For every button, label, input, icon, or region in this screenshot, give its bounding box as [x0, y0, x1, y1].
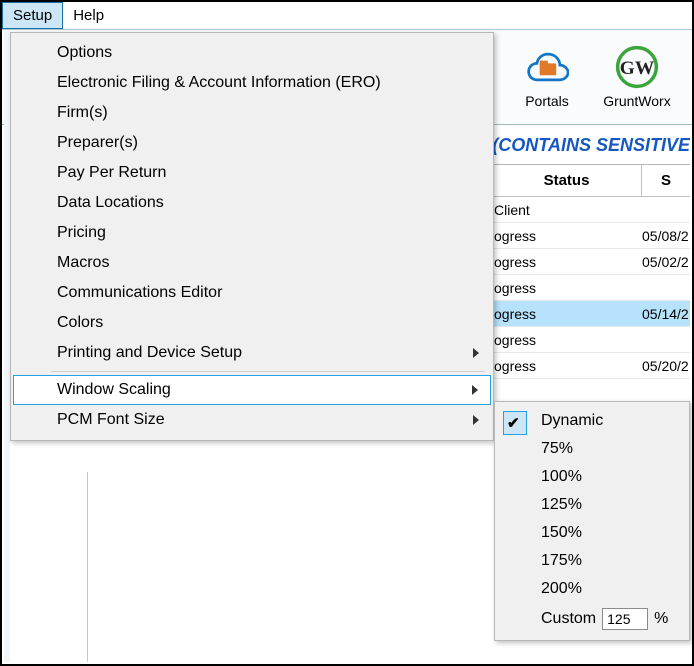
cell-status: ogress — [492, 280, 642, 296]
menu-pcm-font-label: PCM Font Size — [57, 411, 165, 428]
menu-printing-label: Printing and Device Setup — [57, 344, 242, 361]
scaling-custom[interactable]: Custom % — [497, 603, 687, 635]
menu-setup[interactable]: Setup — [2, 2, 63, 29]
chevron-right-icon — [472, 385, 478, 395]
menu-help[interactable]: Help — [63, 2, 114, 29]
cell-date: 05/02/2 — [642, 254, 690, 270]
menu-preparers[interactable]: Preparer(s) — [13, 128, 491, 158]
menu-colors[interactable]: Colors — [13, 308, 491, 338]
table-row[interactable]: ogress05/20/2 — [492, 353, 690, 379]
scaling-dynamic-label: Dynamic — [541, 412, 603, 430]
menu-options[interactable]: Options — [13, 38, 491, 68]
menu-data-locations[interactable]: Data Locations — [13, 188, 491, 218]
scaling-100[interactable]: 100% — [497, 463, 687, 491]
scaling-custom-label: Custom — [541, 610, 596, 628]
sensitive-banner: (CONTAINS SENSITIVE — [492, 127, 690, 165]
cell-status: ogress — [492, 254, 642, 270]
menu-macros[interactable]: Macros — [13, 248, 491, 278]
menu-pcm-font[interactable]: PCM Font Size — [13, 405, 491, 435]
gruntworx-button[interactable]: GW GruntWorx — [592, 30, 682, 124]
col-header-s[interactable]: S — [642, 165, 690, 196]
cloud-folder-icon — [525, 45, 569, 89]
table-row[interactable]: Client — [492, 197, 690, 223]
table-row[interactable]: ogress05/08/2 — [492, 223, 690, 249]
cell-status: Client — [492, 202, 642, 218]
window-scaling-submenu: ✔ Dynamic 75% 100% 125% 150% 175% 200% C… — [494, 401, 690, 641]
menu-printing[interactable]: Printing and Device Setup — [13, 338, 491, 368]
scaling-125[interactable]: 125% — [497, 491, 687, 519]
chevron-right-icon — [473, 415, 479, 425]
grid: Status S Clientogress05/08/2ogress05/02/… — [492, 165, 690, 379]
scaling-dynamic[interactable]: ✔ Dynamic — [497, 407, 687, 435]
menu-window-scaling[interactable]: Window Scaling — [13, 375, 491, 405]
cell-status: ogress — [492, 228, 642, 244]
menu-pricing[interactable]: Pricing — [13, 218, 491, 248]
chevron-right-icon — [473, 348, 479, 358]
setup-dropdown: Options Electronic Filing & Account Info… — [10, 32, 494, 441]
portals-button[interactable]: Portals — [502, 30, 592, 124]
table-row[interactable]: ogress05/02/2 — [492, 249, 690, 275]
table-row[interactable]: ogress — [492, 327, 690, 353]
menubar: Setup Help — [2, 2, 692, 30]
grid-header: Status S — [492, 165, 690, 197]
portals-label: Portals — [525, 93, 569, 109]
cell-date: 05/20/2 — [642, 358, 690, 374]
cell-status: ogress — [492, 358, 642, 374]
cell-status: ogress — [492, 306, 642, 322]
menu-firms[interactable]: Firm(s) — [13, 98, 491, 128]
menu-ero[interactable]: Electronic Filing & Account Information … — [13, 68, 491, 98]
svg-text:GW: GW — [620, 58, 655, 79]
scaling-150[interactable]: 150% — [497, 519, 687, 547]
scaling-200[interactable]: 200% — [497, 575, 687, 603]
menu-window-scaling-label: Window Scaling — [57, 381, 171, 398]
cell-date: 05/08/2 — [642, 228, 690, 244]
cell-date: 05/14/2 — [642, 306, 690, 322]
cell-status: ogress — [492, 332, 642, 348]
scaling-75[interactable]: 75% — [497, 435, 687, 463]
table-row[interactable]: ogress05/14/2 — [492, 301, 690, 327]
scaling-custom-input[interactable] — [602, 608, 648, 630]
menu-ppr[interactable]: Pay Per Return — [13, 158, 491, 188]
scaling-175[interactable]: 175% — [497, 547, 687, 575]
check-icon: ✔ — [507, 414, 520, 432]
gruntworx-label: GruntWorx — [603, 93, 670, 109]
col-header-status[interactable]: Status — [492, 165, 642, 196]
percent-label: % — [654, 610, 668, 628]
menu-separator — [51, 371, 485, 372]
gruntworx-icon: GW — [615, 45, 659, 89]
table-row[interactable]: ogress — [492, 275, 690, 301]
menu-comm-editor[interactable]: Communications Editor — [13, 278, 491, 308]
